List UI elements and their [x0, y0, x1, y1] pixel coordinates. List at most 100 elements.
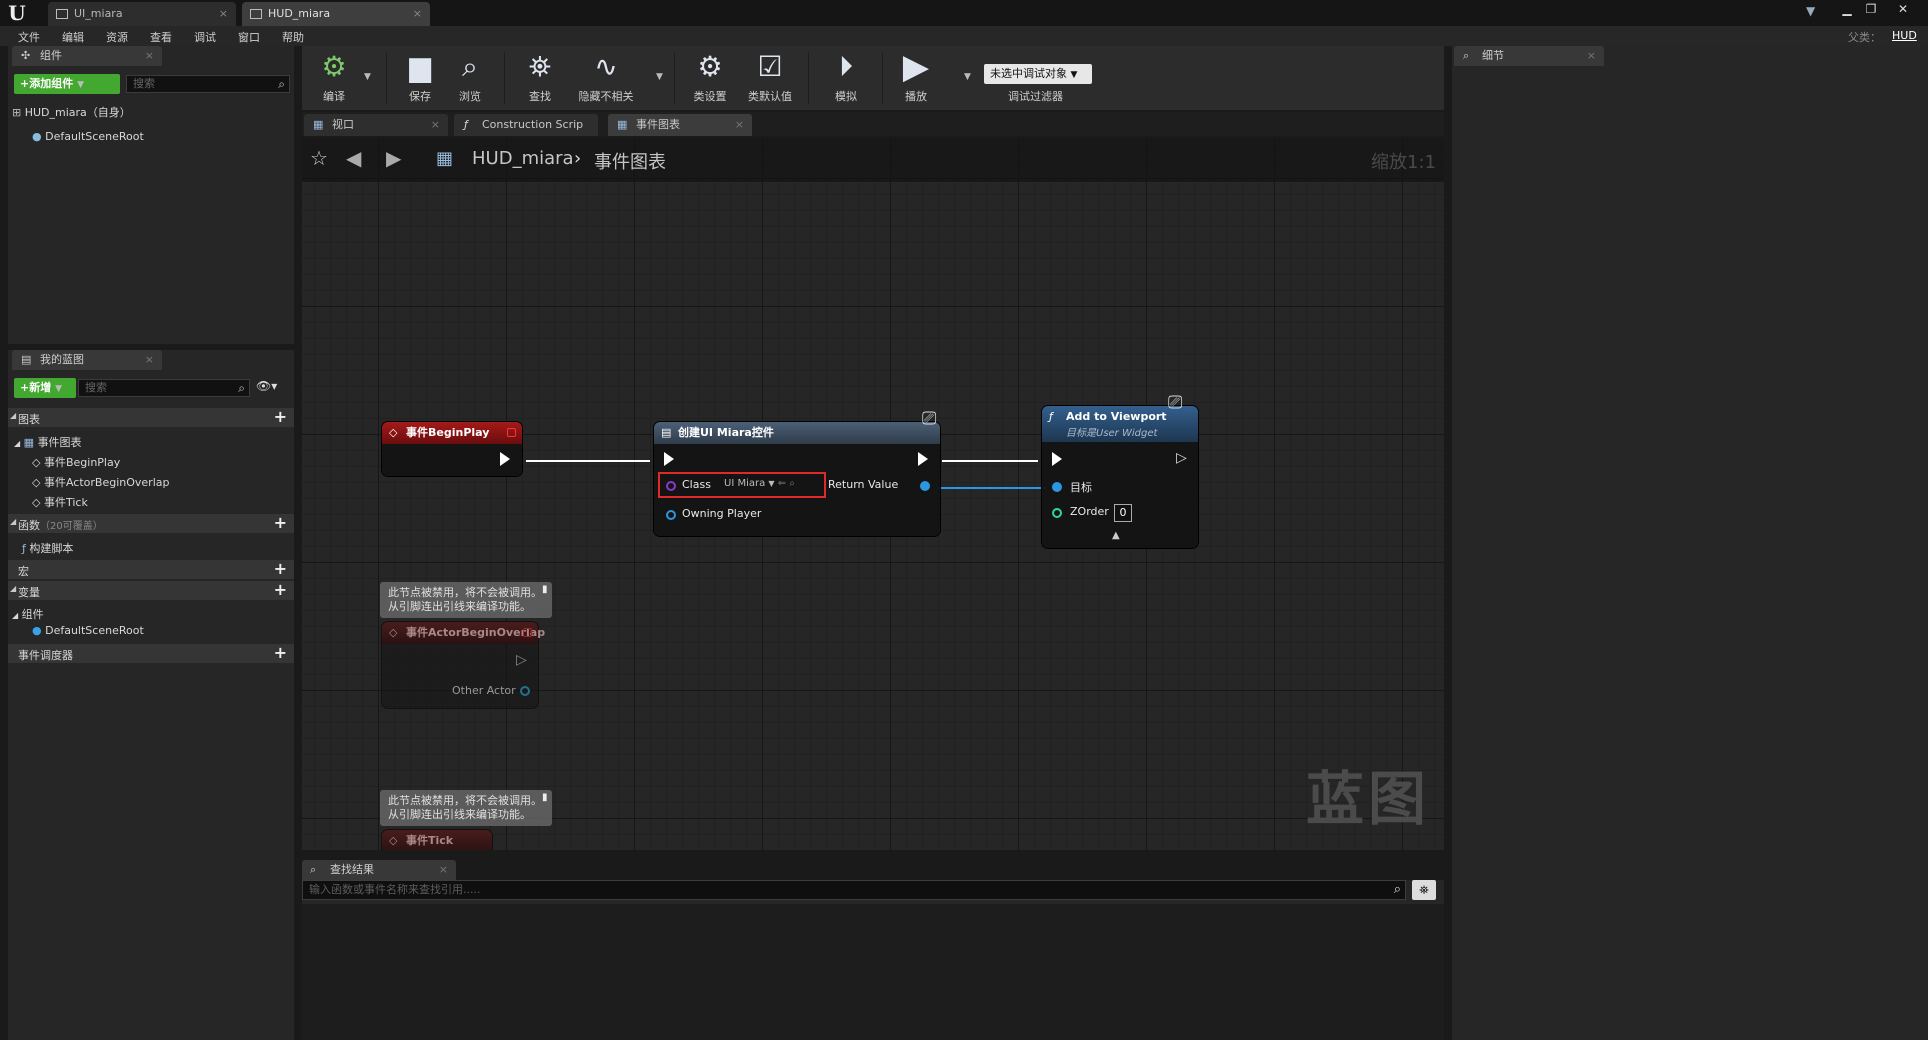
- compile-label: 编译: [323, 90, 345, 103]
- close-icon[interactable]: ×: [1587, 46, 1596, 66]
- view-options-eye-icon[interactable]: 👁▾: [256, 379, 277, 393]
- class-defaults-button[interactable]: ☑ 类默认值: [742, 50, 798, 108]
- add-function-icon[interactable]: +: [274, 513, 287, 532]
- exec-output-pin[interactable]: [918, 452, 928, 466]
- doc-tab-ui-miara[interactable]: UI_miara ×: [48, 2, 236, 26]
- close-icon[interactable]: ×: [145, 46, 154, 66]
- tree-event-tick[interactable]: ◇ 事件Tick: [32, 494, 88, 510]
- return-value-pin[interactable]: [920, 481, 930, 491]
- breadcrumb-root[interactable]: HUD_miara: [472, 148, 574, 169]
- add-graph-icon[interactable]: +: [274, 407, 287, 426]
- tree-event-graph[interactable]: ◢ ▦ 事件图表: [14, 434, 82, 450]
- find-results-input[interactable]: 输入函数或事件名称来查找引用..... ⌕: [302, 880, 1406, 900]
- owning-player-pin[interactable]: [666, 510, 676, 520]
- category-variables[interactable]: ◢ 变量 +: [8, 580, 294, 600]
- category-macros[interactable]: 宏 +: [8, 559, 294, 579]
- components-tab[interactable]: ✣ 组件 ×: [12, 46, 162, 66]
- component-root-item[interactable]: ● DefaultSceneRoot: [32, 130, 144, 143]
- components-search-input[interactable]: 搜索 ⌕: [126, 75, 290, 93]
- advanced-expand-icon[interactable]: ▲: [1112, 530, 1120, 541]
- close-icon[interactable]: ×: [145, 350, 154, 370]
- add-new-button[interactable]: +新增 ▼: [14, 378, 76, 398]
- close-icon[interactable]: ×: [439, 860, 448, 880]
- menu-asset[interactable]: 资源: [106, 29, 128, 45]
- graph-editor-canvas[interactable]: ☆ ◀ ▶ ▦ HUD_miara › 事件图表 缩放1:1 ◇ 事件Begin…: [302, 138, 1444, 850]
- blueprint-search-input[interactable]: 搜索 ⌕: [78, 379, 250, 397]
- play-button[interactable]: ▶ 播放: [888, 50, 944, 108]
- star-icon[interactable]: ☆: [310, 146, 328, 170]
- find-results-tab[interactable]: ⌕ 查找结果 ×: [302, 860, 456, 880]
- target-input-pin[interactable]: [1052, 482, 1062, 492]
- browse-icon[interactable]: ⌕: [789, 478, 795, 489]
- find-button[interactable]: ⛯ 查找: [512, 50, 568, 108]
- simulate-button[interactable]: ⏵ 模拟: [818, 50, 874, 108]
- tab-construction-script[interactable]: ƒ Construction Scrip: [454, 114, 598, 136]
- exec-output-hollow-icon[interactable]: ▷: [516, 652, 527, 668]
- tab-viewport[interactable]: ▦ 视口 ×: [304, 114, 448, 136]
- play-options-chevron-icon[interactable]: ▼: [964, 72, 971, 82]
- minimize-icon[interactable]: ▁: [1836, 1, 1858, 17]
- hide-unrelated-button[interactable]: ∿ 隐藏不相关: [578, 50, 634, 108]
- back-arrow-icon[interactable]: ◀: [346, 146, 361, 170]
- category-graphs[interactable]: ◢ 图表 +: [8, 407, 294, 427]
- menu-window[interactable]: 窗口: [238, 29, 260, 45]
- save-button[interactable]: ▆ 保存: [392, 50, 448, 108]
- notification-icon[interactable]: ▼: [1806, 4, 1815, 18]
- node-create-widget[interactable]: ▤ 创建UI Miara控件 Class UI Miara ▼ ⇐ ⌕ Retu…: [654, 422, 940, 536]
- menu-debug[interactable]: 调试: [194, 29, 216, 45]
- node-event-tick[interactable]: ◇ 事件Tick: [382, 830, 492, 850]
- parent-class-link[interactable]: HUD: [1892, 29, 1917, 42]
- debug-object-select[interactable]: 未选中调试对象 ▼: [984, 64, 1092, 84]
- comment-pin-icon[interactable]: ▮: [542, 792, 548, 803]
- close-window-icon[interactable]: ✕: [1892, 1, 1914, 17]
- my-blueprint-tab[interactable]: ▤ 我的蓝图 ×: [12, 350, 162, 370]
- class-settings-button[interactable]: ⚙ 类设置: [682, 50, 738, 108]
- close-icon[interactable]: ×: [431, 114, 440, 136]
- category-functions[interactable]: ◢ 函数（20可覆盖） +: [8, 513, 294, 533]
- menu-view[interactable]: 查看: [150, 29, 172, 45]
- class-select[interactable]: UI Miara ▼ ⇐ ⌕: [724, 478, 795, 489]
- exec-input-pin[interactable]: [1052, 452, 1062, 466]
- node-event-beginplay[interactable]: ◇ 事件BeginPlay: [382, 422, 522, 476]
- hide-unrelated-chevron-icon[interactable]: ▼: [656, 72, 663, 82]
- add-variable-icon[interactable]: +: [274, 580, 287, 599]
- compile-button[interactable]: ⚙ 编译: [306, 50, 362, 108]
- tree-construction-script[interactable]: ƒ 构建脚本: [22, 540, 73, 556]
- use-selected-arrow-icon[interactable]: ⇐: [778, 478, 786, 489]
- exec-output-pin[interactable]: ▷: [1176, 450, 1187, 466]
- menu-edit[interactable]: 编辑: [62, 29, 84, 45]
- exec-output-pin[interactable]: [500, 452, 510, 466]
- class-input-pin[interactable]: [666, 481, 676, 491]
- doc-tab-hud-miara[interactable]: HUD_miara ×: [242, 2, 430, 26]
- component-self-item[interactable]: ⊞ HUD_miara（自身）: [12, 104, 131, 120]
- node-add-to-viewport[interactable]: ƒ Add to Viewport 目标是User Widget ▷ 目标 ZO…: [1042, 406, 1198, 548]
- menu-help[interactable]: 帮助: [282, 29, 304, 45]
- delegate-pin-icon[interactable]: [523, 628, 532, 637]
- other-actor-pin[interactable]: [520, 686, 530, 696]
- tree-variable-defaultsceneroot[interactable]: ● DefaultSceneRoot: [32, 624, 144, 637]
- node-event-actorbeginoverlap[interactable]: ◇ 事件ActorBeginOverlap ▷ Other Actor: [382, 622, 545, 708]
- tree-event-actorbeginoverlap[interactable]: ◇ 事件ActorBeginOverlap: [32, 474, 169, 490]
- tab-event-graph[interactable]: ▦ 事件图表 ×: [608, 114, 752, 136]
- browse-button[interactable]: ⌕ 浏览: [442, 50, 498, 108]
- details-tab[interactable]: ⌕ 细节 ×: [1454, 46, 1604, 66]
- menu-file[interactable]: 文件: [18, 29, 40, 45]
- add-dispatcher-icon[interactable]: +: [274, 643, 287, 662]
- add-component-button[interactable]: +添加组件 ▼: [14, 74, 120, 94]
- comment-pin-icon[interactable]: ▮: [542, 584, 548, 595]
- tree-components-group[interactable]: ◢ 组件: [12, 606, 44, 622]
- tree-event-beginplay[interactable]: ◇ 事件BeginPlay: [32, 454, 120, 470]
- delegate-pin-icon[interactable]: [507, 428, 516, 437]
- exec-input-pin[interactable]: [664, 452, 674, 466]
- add-macro-icon[interactable]: +: [274, 559, 287, 578]
- category-event-dispatchers[interactable]: 事件调度器 +: [8, 643, 294, 663]
- forward-arrow-icon[interactable]: ▶: [386, 146, 401, 170]
- close-icon[interactable]: ×: [735, 114, 744, 136]
- close-icon[interactable]: ×: [413, 2, 422, 26]
- zorder-input-pin[interactable]: [1052, 508, 1062, 518]
- close-icon[interactable]: ×: [219, 2, 228, 26]
- restore-icon[interactable]: ❐: [1860, 1, 1882, 17]
- find-in-all-blueprints-binoculars-icon[interactable]: ⛯: [1412, 880, 1436, 900]
- zorder-input[interactable]: 0: [1114, 504, 1132, 522]
- compile-options-chevron-icon[interactable]: ▼: [364, 72, 371, 82]
